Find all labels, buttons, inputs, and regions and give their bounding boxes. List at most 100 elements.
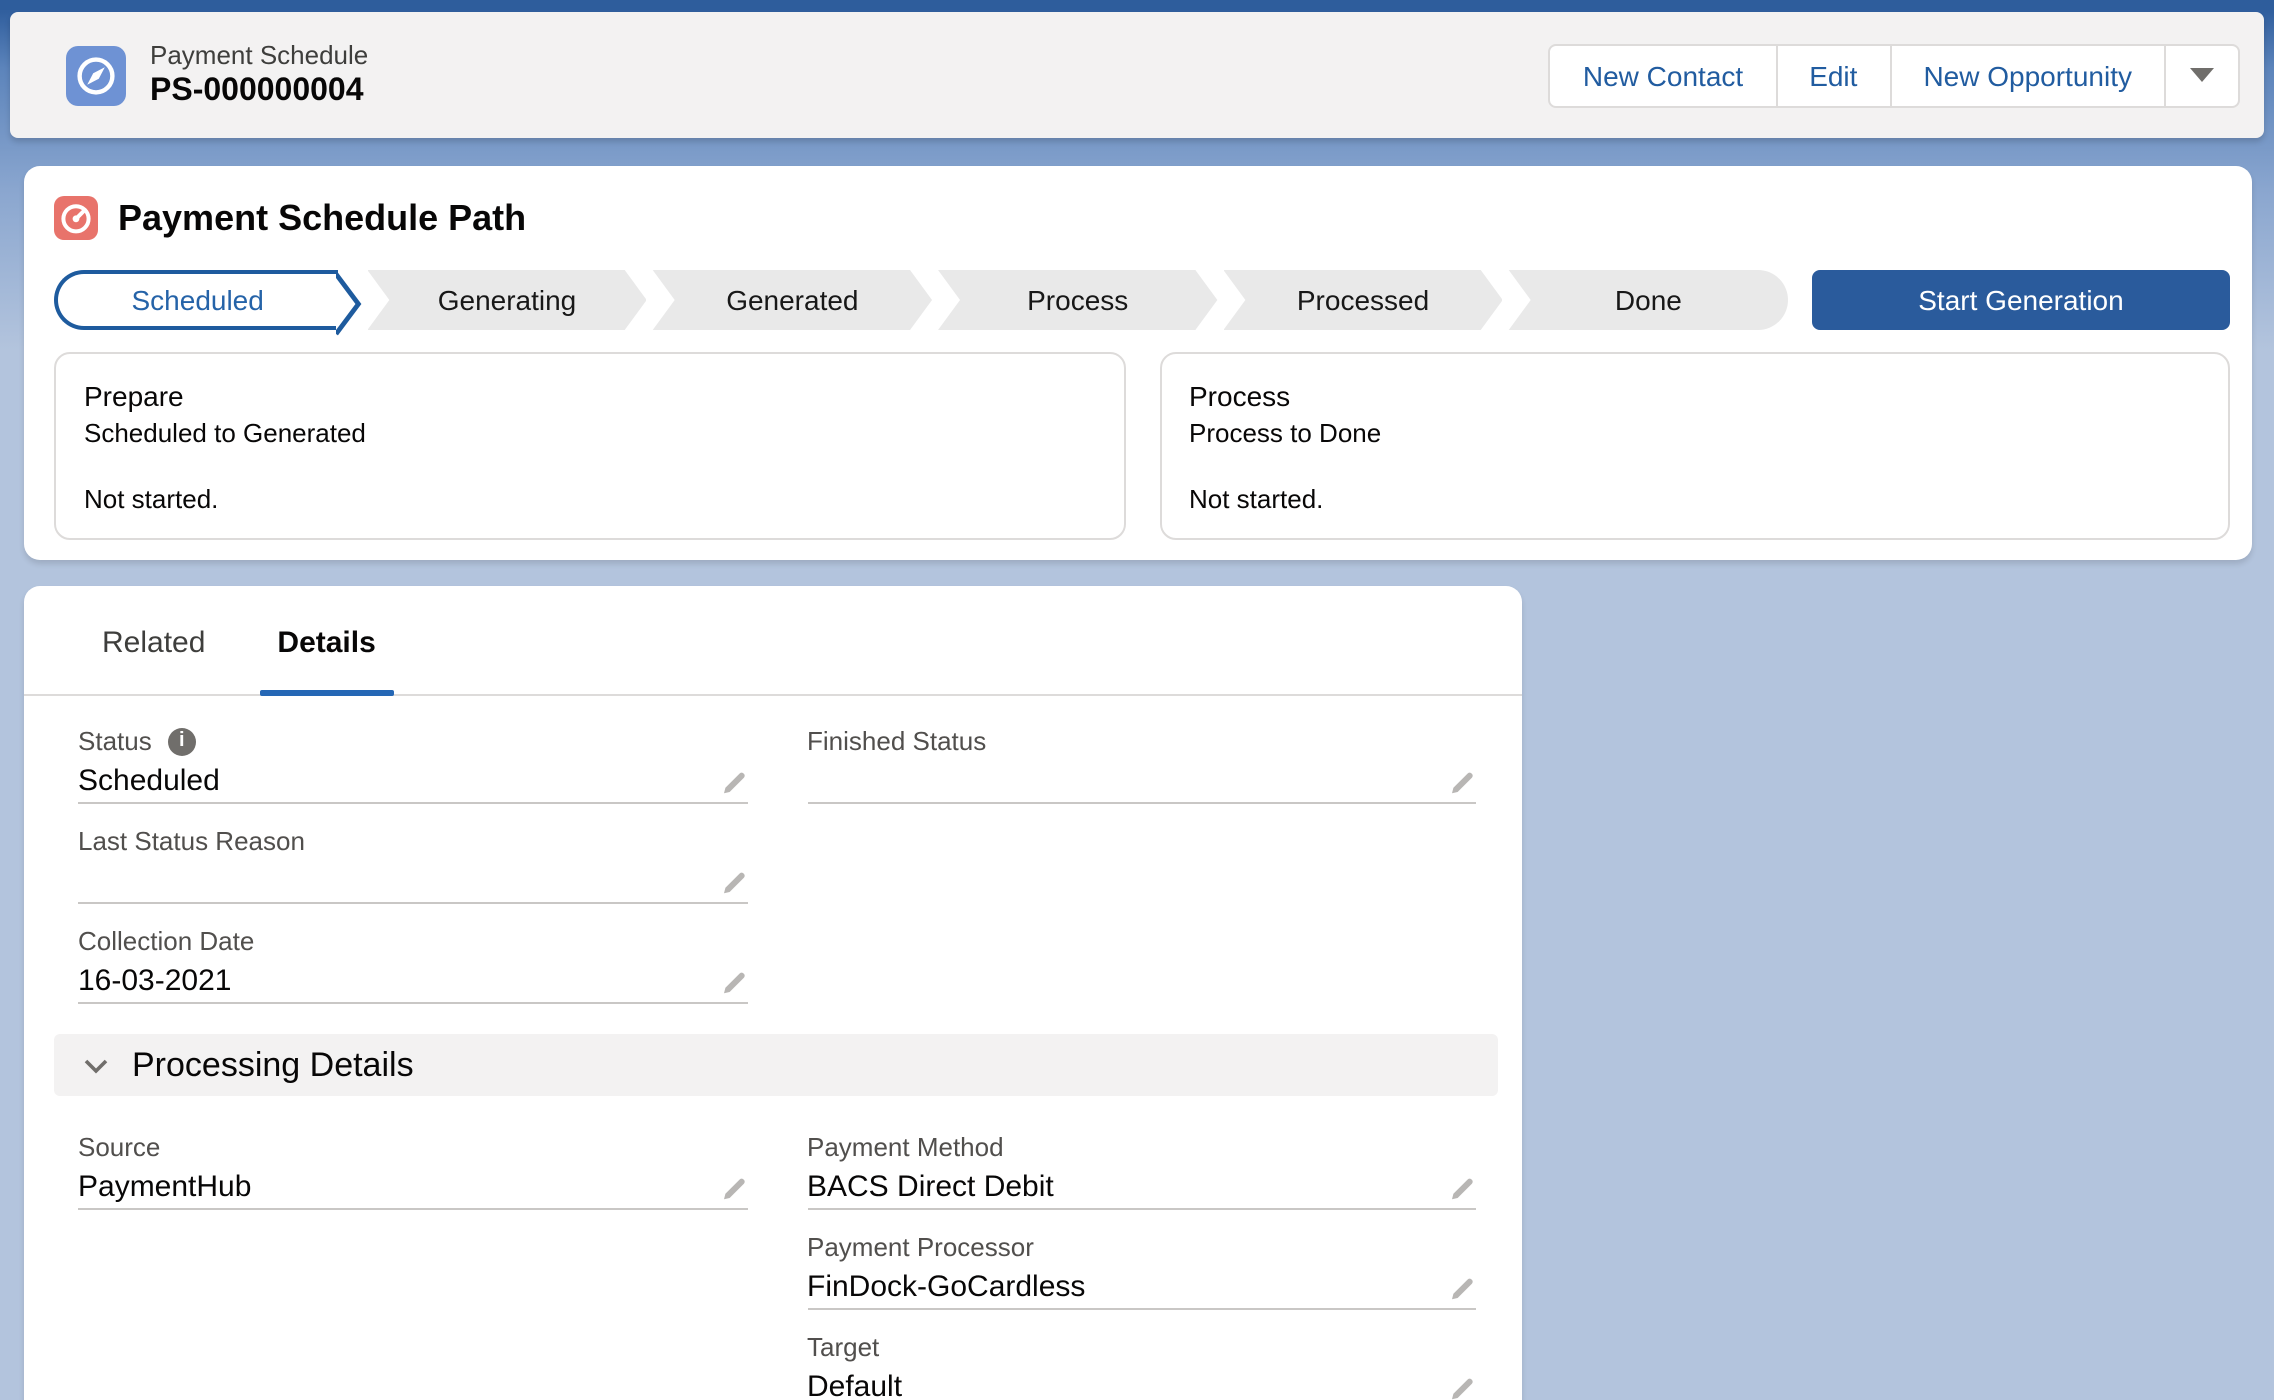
field-label-text: Status xyxy=(78,724,152,760)
edit-button[interactable]: Edit xyxy=(1777,43,1891,107)
panel-title: Prepare xyxy=(84,378,1095,416)
payment-method-label: Payment Method xyxy=(807,1130,1476,1166)
status-label: Status i xyxy=(78,724,747,760)
edit-pencil-icon[interactable] xyxy=(1448,768,1476,796)
detail-fields-processing: Source PaymentHub Payment Method BACS Di… xyxy=(24,1096,1522,1400)
finished-status-value-row xyxy=(807,760,1476,804)
source-value: PaymentHub xyxy=(78,1168,251,1208)
field-label-text: Source xyxy=(78,1130,160,1166)
last-status-reason-label: Last Status Reason xyxy=(78,824,747,860)
path-stage-label: Process xyxy=(1027,284,1128,316)
panel-subtitle: Process to Done xyxy=(1189,416,2200,452)
header-titles: Payment Schedule PS-000000004 xyxy=(150,40,368,110)
tab-details[interactable]: Details xyxy=(241,586,411,694)
payment-schedule-compass-icon xyxy=(66,45,126,105)
finished-status-label: Finished Status xyxy=(807,724,1476,760)
field-label-text: Payment Processor xyxy=(807,1230,1034,1266)
path-stage-scheduled[interactable]: Scheduled xyxy=(54,270,337,330)
path-guidance-panels: Prepare Scheduled to Generated Not start… xyxy=(54,352,2230,540)
new-opportunity-button[interactable]: New Opportunity xyxy=(1891,43,2166,107)
path-stage-label: Done xyxy=(1615,284,1682,316)
target-field: Target Default xyxy=(807,1330,1476,1400)
finished-status-field: Finished Status xyxy=(807,724,1476,804)
start-generation-button[interactable]: Start Generation xyxy=(1812,270,2230,330)
path-stage-label: Generating xyxy=(438,284,577,316)
edit-pencil-icon[interactable] xyxy=(1448,1374,1476,1400)
path-card-title: Payment Schedule Path xyxy=(118,197,526,239)
gauge-icon xyxy=(54,196,98,240)
empty-cell xyxy=(807,924,1476,1024)
path-stage-generated[interactable]: Generated xyxy=(653,270,932,330)
field-label-text: Collection Date xyxy=(78,924,254,960)
empty-cell xyxy=(807,824,1476,924)
payment-method-field: Payment Method BACS Direct Debit xyxy=(807,1130,1476,1210)
record-header: Payment Schedule PS-000000004 New Contac… xyxy=(10,12,2264,138)
page: Payment Schedule PS-000000004 New Contac… xyxy=(0,0,2274,1400)
field-label-text: Payment Method xyxy=(807,1130,1004,1166)
panel-status: Not started. xyxy=(1189,484,2200,514)
collection-date-value-row: 16-03-2021 xyxy=(78,960,747,1004)
path-stage-process[interactable]: Process xyxy=(938,270,1217,330)
field-label-text: Target xyxy=(807,1330,879,1366)
source-label: Source xyxy=(78,1130,747,1166)
path-stage-label: Processed xyxy=(1297,284,1429,316)
new-contact-button[interactable]: New Contact xyxy=(1549,43,1777,107)
panel-subtitle: Scheduled to Generated xyxy=(84,416,1095,452)
panel-title: Process xyxy=(1189,378,2200,416)
payment-method-value-row: BACS Direct Debit xyxy=(807,1166,1476,1210)
info-icon[interactable]: i xyxy=(168,728,196,756)
source-field: Source PaymentHub xyxy=(78,1130,747,1210)
payment-processor-value: FinDock-GoCardless xyxy=(807,1268,1085,1308)
edit-pencil-icon[interactable] xyxy=(719,968,747,996)
record-detail-card: Related Details Status i Scheduled Finis… xyxy=(24,586,1522,1400)
last-status-reason-field: Last Status Reason xyxy=(78,824,747,904)
empty-cell xyxy=(78,1230,747,1330)
collection-date-value: 16-03-2021 xyxy=(78,962,231,1002)
tab-related[interactable]: Related xyxy=(66,586,241,694)
chevron-down-icon xyxy=(2190,68,2214,82)
detail-fields-top: Status i Scheduled Finished Status xyxy=(24,696,1522,1024)
payment-method-value: BACS Direct Debit xyxy=(807,1168,1054,1208)
empty-cell xyxy=(78,1330,747,1400)
edit-pencil-icon[interactable] xyxy=(719,868,747,896)
edit-pencil-icon[interactable] xyxy=(1448,1274,1476,1302)
status-value-row: Scheduled xyxy=(78,760,747,804)
process-panel: Process Process to Done Not started. xyxy=(1159,352,2230,540)
status-value: Scheduled xyxy=(78,762,220,802)
path-stage-label: Generated xyxy=(726,284,858,316)
prepare-panel: Prepare Scheduled to Generated Not start… xyxy=(54,352,1125,540)
path-stage-generating[interactable]: Generating xyxy=(367,270,646,330)
path-card-header: Payment Schedule Path xyxy=(24,166,2252,240)
processing-details-section-header[interactable]: Processing Details xyxy=(54,1034,1498,1096)
target-value-row: Default xyxy=(807,1366,1476,1400)
record-name: PS-000000004 xyxy=(150,72,368,110)
record-type-label: Payment Schedule xyxy=(150,40,368,72)
more-actions-button[interactable] xyxy=(2166,43,2240,107)
tab-bar: Related Details xyxy=(24,586,1522,696)
edit-pencil-icon[interactable] xyxy=(719,1174,747,1202)
source-value-row: PaymentHub xyxy=(78,1166,747,1210)
edit-pencil-icon[interactable] xyxy=(719,768,747,796)
target-label: Target xyxy=(807,1330,1476,1366)
collection-date-label: Collection Date xyxy=(78,924,747,960)
status-field: Status i Scheduled xyxy=(78,724,747,804)
field-label-text: Last Status Reason xyxy=(78,824,305,860)
stage-arrow-shape xyxy=(335,270,361,338)
path-stage-done[interactable]: Done xyxy=(1509,270,1788,330)
header-action-group: New Contact Edit New Opportunity xyxy=(1549,43,2240,107)
payment-processor-value-row: FinDock-GoCardless xyxy=(807,1266,1476,1310)
payment-processor-label: Payment Processor xyxy=(807,1230,1476,1266)
path-stage-label: Scheduled xyxy=(132,284,264,316)
chevron-down-icon xyxy=(80,1049,112,1081)
payment-processor-field: Payment Processor FinDock-GoCardless xyxy=(807,1230,1476,1310)
target-value: Default xyxy=(807,1368,902,1400)
top-strip xyxy=(0,0,2274,10)
payment-schedule-path-card: Payment Schedule Path Scheduled Generati… xyxy=(24,166,2252,560)
path: Scheduled Generating Generated Process P… xyxy=(54,270,1788,330)
last-status-reason-value-row xyxy=(78,860,747,904)
edit-pencil-icon[interactable] xyxy=(1448,1174,1476,1202)
path-row: Scheduled Generating Generated Process P… xyxy=(54,270,2230,330)
collection-date-field: Collection Date 16-03-2021 xyxy=(78,924,747,1004)
section-title: Processing Details xyxy=(132,1045,414,1085)
path-stage-processed[interactable]: Processed xyxy=(1223,270,1502,330)
